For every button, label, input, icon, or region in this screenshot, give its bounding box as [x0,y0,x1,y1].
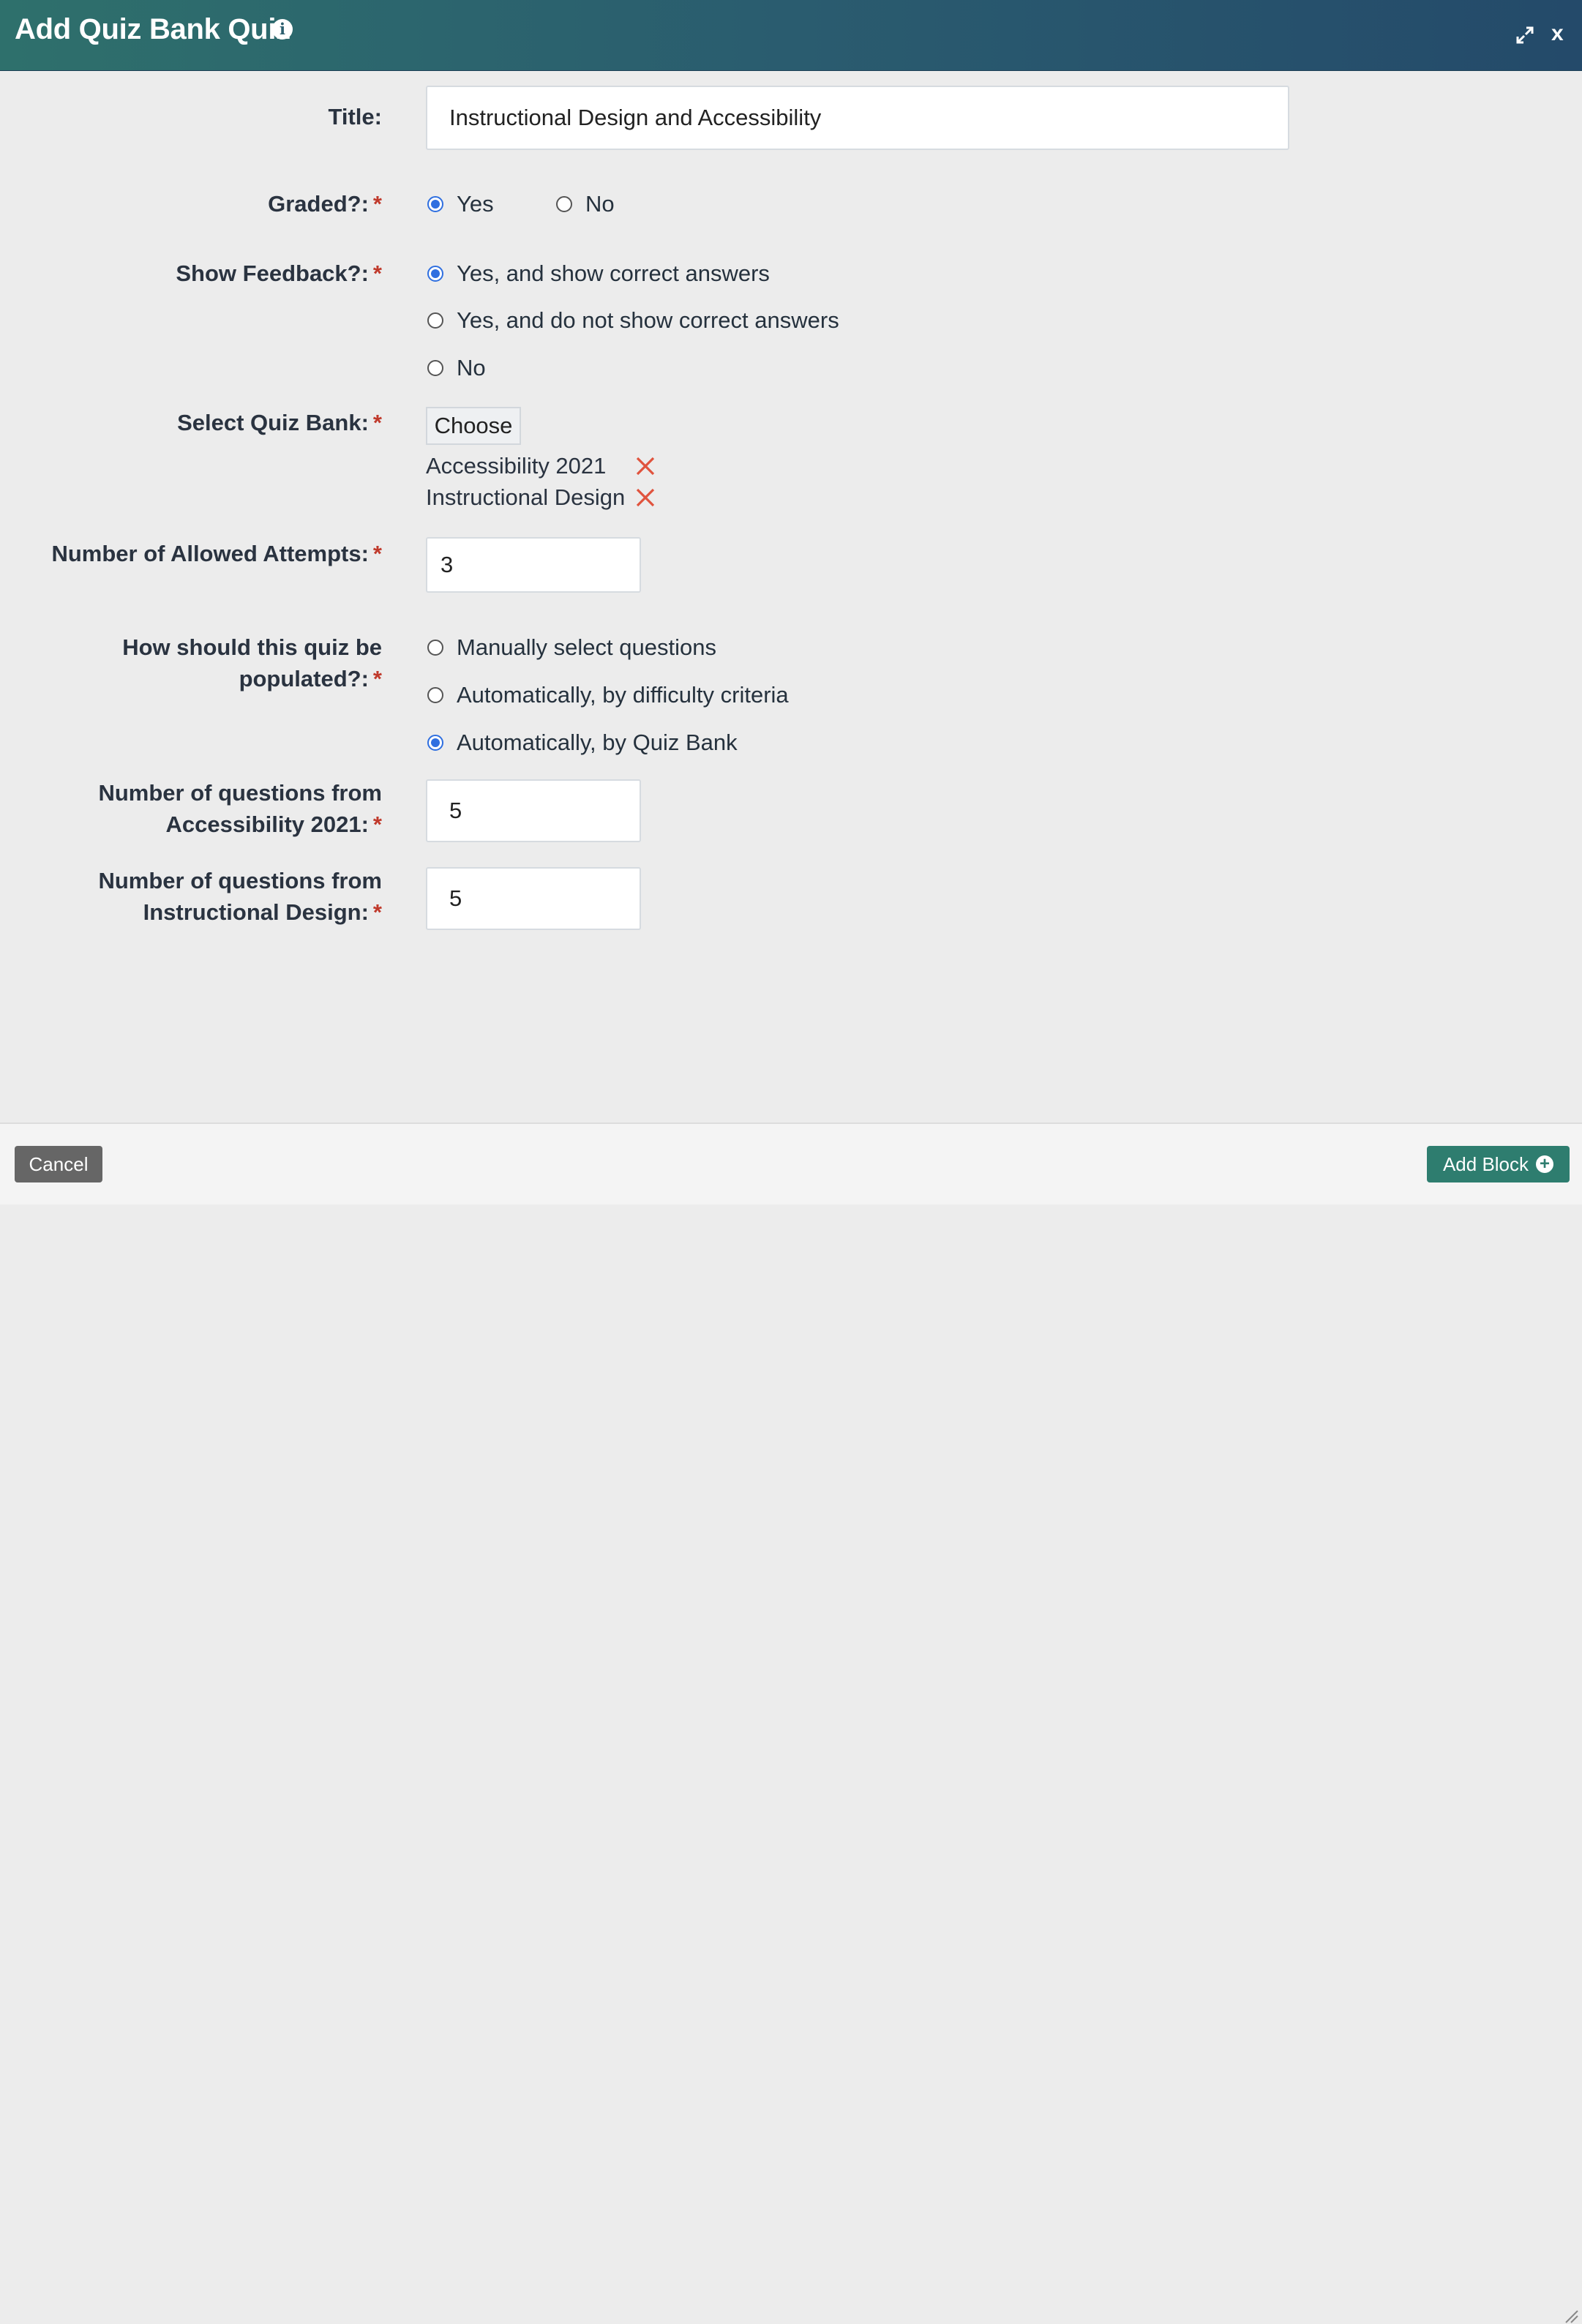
title-input[interactable]: Instructional Design and Accessibility [426,86,1289,150]
population-option-difficulty[interactable]: Automatically, by difficulty criteria [427,679,789,711]
radio-unchecked[interactable] [556,195,572,212]
questions-a-input-value: 5 [449,798,462,823]
graded-label: Graded?: * [268,188,382,220]
questions-a-label-line1: Number of questions from [98,780,382,806]
feedback-option-label: Yes, and show correct answers [457,260,770,286]
population-option-manual[interactable]: Manually select questions [427,631,716,663]
feedback-option-label: Yes, and do not show correct answers [457,307,839,333]
graded-yes-label: Yes [457,190,494,217]
feedback-option-no[interactable]: No [427,352,486,383]
radio-unchecked[interactable] [427,312,443,329]
attempts-label-text: Number of Allowed Attempts: [51,541,369,566]
close-icon[interactable]: x [1551,20,1564,47]
title-label-text: Title: [328,104,383,130]
population-option-label: Manually select questions [457,634,716,660]
questions-a-label-line2: Accessibility 2021: * [165,809,382,840]
add-block-label: Add Block [1442,1152,1529,1175]
title-label: Title: [329,101,383,132]
questions-b-label-line2: Instructional Design: * [143,896,382,928]
quiz-bank-label-text: Select Quiz Bank: [177,410,369,435]
attempts-input[interactable]: 3 [426,537,641,593]
choose-quiz-bank-button[interactable]: Choose [426,407,521,445]
population-option-label: Automatically, by difficulty criteria [457,681,789,708]
feedback-label: Show Feedback?: * [176,258,382,289]
plus-circle-icon: + [1536,1155,1554,1173]
population-option-label: Automatically, by Quiz Bank [457,729,738,755]
dialog-header: Add Quiz Bank Quiz i x [0,0,1582,71]
questions-b-input-value: 5 [449,885,462,911]
dialog-footer: Cancel Add Block + [0,1122,1582,2323]
x-remove-icon[interactable] [635,456,656,476]
population-label-line2: populated?: * [239,663,382,694]
cancel-button[interactable]: Cancel [15,1146,102,1182]
population-option-quiz-bank[interactable]: Automatically, by Quiz Bank [427,727,738,758]
questions-instructional-input[interactable]: 5 [426,867,641,930]
dialog-title: Add Quiz Bank Quiz [15,13,290,45]
radio-checked[interactable] [427,195,443,212]
questions-b-label-text: Instructional Design: [143,899,369,925]
x-remove-icon[interactable] [635,487,656,508]
required-asterisk: * [372,541,382,566]
dialog-body: Title: Instructional Design and Accessib… [0,71,1582,1122]
graded-no-option[interactable]: No [556,188,615,220]
title-input-value: Instructional Design and Accessibility [449,105,822,130]
feedback-option-show-correct[interactable]: Yes, and show correct answers [427,258,770,289]
radio-unchecked[interactable] [427,359,443,376]
radio-unchecked[interactable] [427,639,443,656]
graded-yes-option[interactable]: Yes [427,188,494,220]
questions-a-label-text: Accessibility 2021: [165,811,369,837]
graded-no-label: No [585,190,615,217]
expand-icon[interactable] [1515,25,1535,45]
attempts-input-value: 3 [441,552,454,577]
add-block-button[interactable]: Add Block + [1427,1146,1570,1182]
radio-checked[interactable] [427,265,443,282]
required-asterisk: * [372,410,382,435]
required-asterisk: * [372,666,382,691]
quiz-bank-label: Select Quiz Bank: * [177,407,382,438]
info-icon[interactable]: i [272,19,293,40]
required-asterisk: * [372,260,382,286]
feedback-option-hide-correct[interactable]: Yes, and do not show correct answers [427,304,839,336]
feedback-label-text: Show Feedback?: [176,260,369,286]
radio-checked[interactable] [427,734,443,751]
radio-unchecked[interactable] [427,686,443,703]
questions-accessibility-input[interactable]: 5 [426,779,641,842]
selected-bank-item: Instructional Design [426,484,626,510]
questions-b-label-line1: Number of questions from [98,868,382,893]
graded-label-text: Graded?: [268,191,369,217]
resize-handle-icon[interactable] [1562,2306,1579,2324]
attempts-label: Number of Allowed Attempts: * [51,538,382,569]
population-label-line1: How should this quiz be [122,634,382,660]
required-asterisk: * [372,899,382,925]
population-label-text: populated?: [239,666,369,691]
required-asterisk: * [372,191,382,217]
selected-bank-item: Accessibility 2021 [426,453,607,479]
required-asterisk: * [372,811,382,837]
feedback-option-label: No [457,354,486,381]
